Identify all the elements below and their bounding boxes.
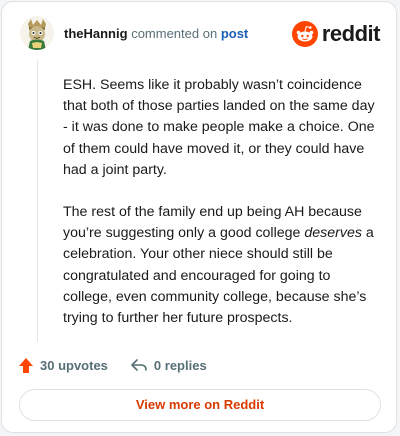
- comment-byline: theHannig commented on post: [64, 26, 248, 41]
- reddit-logo[interactable]: reddit: [291, 19, 381, 49]
- avatar-icon: [20, 16, 54, 50]
- comment-body: ESH. Seems like it probably wasn’t coinc…: [63, 75, 375, 350]
- embedded-comment-card: theHannig commented on post reddit ESH. …: [1, 1, 397, 433]
- author-name[interactable]: theHannig: [64, 26, 128, 41]
- reply-icon: [131, 359, 147, 371]
- replies-count: 0 replies: [153, 357, 207, 373]
- action-text: commented on: [131, 26, 218, 41]
- paragraph-2-emphasis: deserves: [304, 225, 362, 242]
- comment-paragraph-1: ESH. Seems like it probably wasn’t coinc…: [63, 77, 375, 178]
- upvotes[interactable]: 30 upvotes: [18, 357, 108, 374]
- reddit-wordmark: reddit: [321, 21, 381, 46]
- comment-header: theHannig commented on post reddit: [20, 16, 381, 52]
- replies[interactable]: 0 replies: [130, 357, 207, 373]
- comment-paragraph-2: The rest of the family end up being AH b…: [63, 202, 375, 329]
- view-more-on-reddit-button[interactable]: View more on Reddit: [19, 389, 381, 421]
- thread-line: [37, 60, 38, 342]
- post-link[interactable]: post: [221, 26, 248, 41]
- upvote-arrow-icon: [19, 357, 33, 373]
- user-avatar[interactable]: [20, 16, 54, 50]
- comment-footer: 30 upvotes 0 replies: [18, 353, 229, 377]
- upvotes-count: 30 upvotes: [40, 357, 108, 373]
- reddit-snoo-icon: [291, 21, 318, 47]
